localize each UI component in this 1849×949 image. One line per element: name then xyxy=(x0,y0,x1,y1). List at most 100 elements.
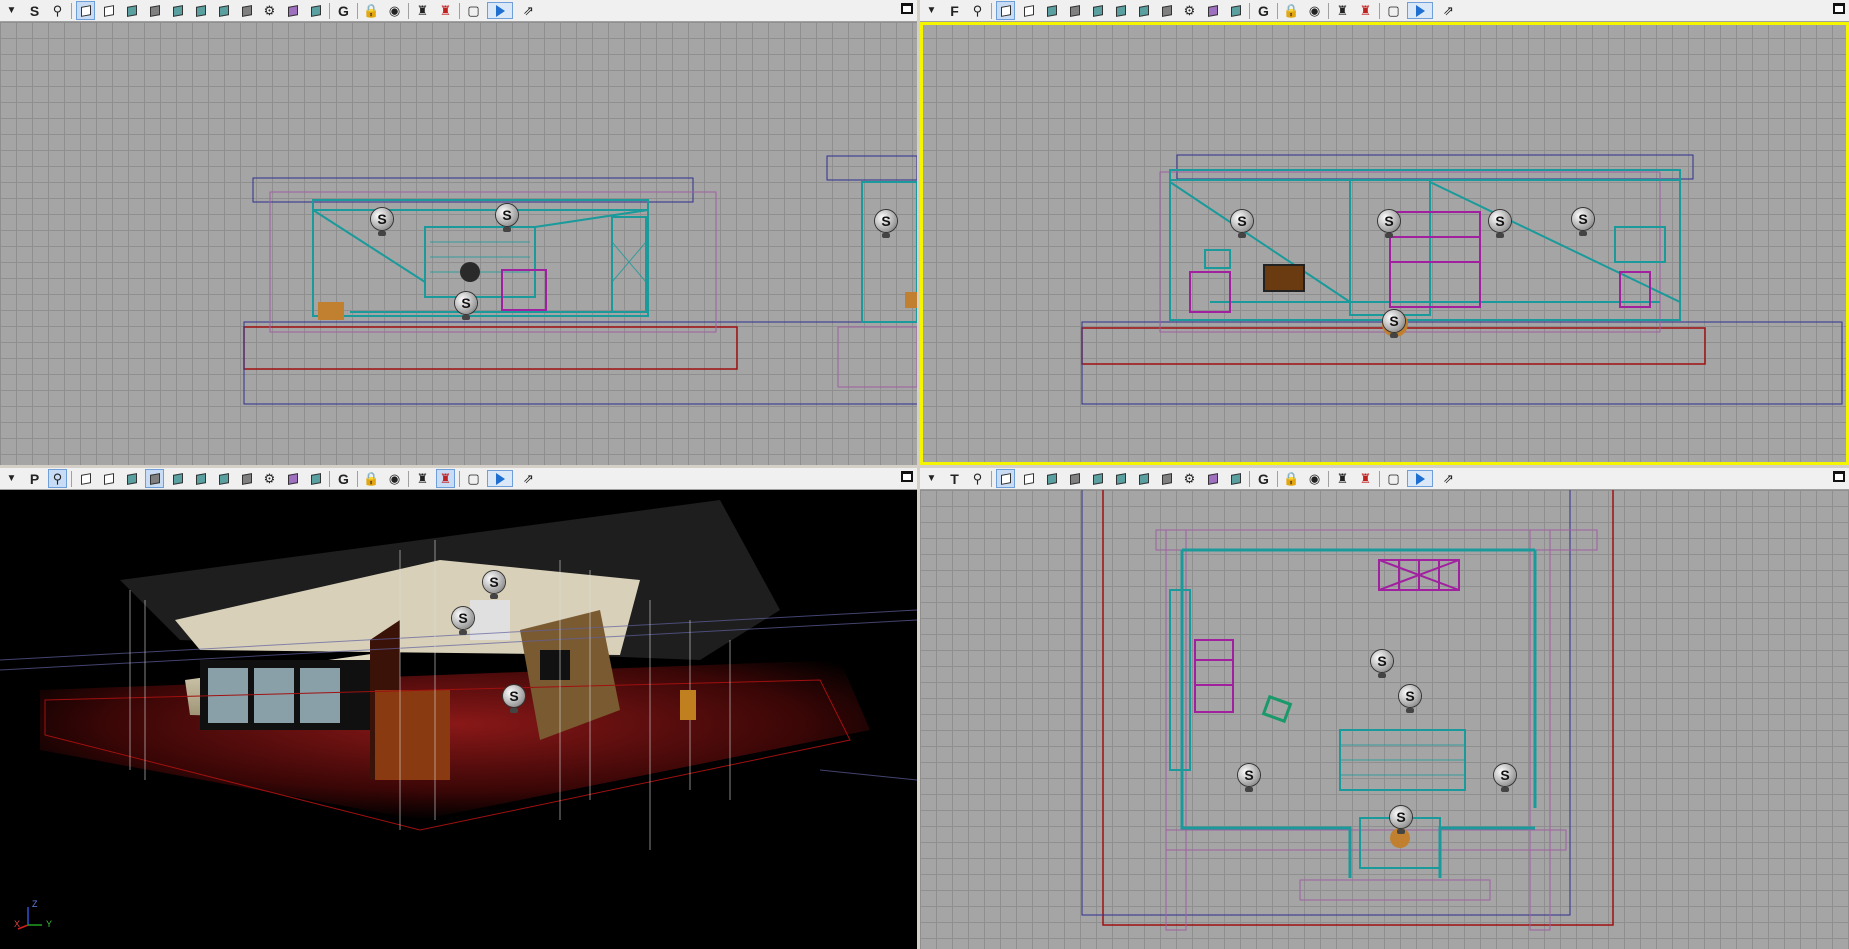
shaded-cube-icon[interactable] xyxy=(1019,469,1038,488)
light-marker-icon[interactable]: S xyxy=(452,607,474,635)
solid-cube-icon[interactable] xyxy=(145,1,164,20)
lock-icon[interactable]: 🔒 xyxy=(362,469,381,488)
solid-cube-icon[interactable] xyxy=(1065,469,1084,488)
grid-g-icon[interactable]: G xyxy=(1254,1,1273,20)
viewport-side[interactable]: ▼ S ⚲ ⚙ G 🔒 ◉ ♜ ♜ ▢ ⇗ S S S S xyxy=(0,0,917,465)
maximize-icon[interactable] xyxy=(901,471,913,482)
lock-icon[interactable]: 🔒 xyxy=(362,1,381,20)
play-icon[interactable] xyxy=(487,470,513,487)
detail-cube-icon[interactable] xyxy=(1226,1,1245,20)
light-marker-icon[interactable]: S xyxy=(1390,806,1412,834)
viewport-front[interactable]: ▼ F ⚲ ⚙ G 🔒 ◉ ♜ ♜ ▢ ⇗ S S S S S xyxy=(920,0,1849,465)
wireframe-cube-icon[interactable] xyxy=(76,469,95,488)
light-marker-icon[interactable]: S xyxy=(1238,764,1260,792)
transparent-cube-icon[interactable] xyxy=(1042,469,1061,488)
detail-cube-icon[interactable] xyxy=(1226,469,1245,488)
light-marker-icon[interactable]: S xyxy=(371,208,393,236)
camera-icon[interactable]: ⚲ xyxy=(48,469,67,488)
gear-cube-icon[interactable]: ⚙ xyxy=(1180,1,1199,20)
lit-cube-icon[interactable] xyxy=(214,1,233,20)
gear-cube-icon[interactable]: ⚙ xyxy=(260,469,279,488)
gear-cube-icon[interactable]: ⚙ xyxy=(260,1,279,20)
purple-cube-icon[interactable] xyxy=(1203,1,1222,20)
view-letter[interactable]: P xyxy=(25,469,44,488)
play-icon[interactable] xyxy=(1407,470,1433,487)
smooth-cube-icon[interactable] xyxy=(1157,469,1176,488)
frame-icon[interactable]: ▢ xyxy=(464,1,483,20)
joystick-icon[interactable]: ♜ xyxy=(1333,469,1352,488)
dropdown-arrow-icon[interactable]: ▼ xyxy=(922,469,941,488)
light-marker-icon[interactable]: S xyxy=(496,204,518,232)
light-marker-icon[interactable]: S xyxy=(875,210,897,238)
light-marker-icon[interactable]: S xyxy=(483,571,505,599)
dropdown-arrow-icon[interactable]: ▼ xyxy=(2,1,21,20)
view-letter[interactable]: T xyxy=(945,469,964,488)
viewport-canvas[interactable]: S S S Z X Y xyxy=(0,490,917,949)
transparent-cube-icon[interactable] xyxy=(122,1,141,20)
detail-cube-icon[interactable] xyxy=(306,1,325,20)
red-joystick-icon[interactable]: ♜ xyxy=(1356,1,1375,20)
link-icon[interactable]: ⇗ xyxy=(1439,1,1458,20)
smooth-cube-icon[interactable] xyxy=(237,1,256,20)
joystick-icon[interactable]: ♜ xyxy=(413,469,432,488)
lit-cube-icon[interactable] xyxy=(1134,469,1153,488)
viewport-canvas[interactable]: S S S S S xyxy=(920,490,1849,949)
view-letter[interactable]: S xyxy=(25,1,44,20)
wireframe-cube-icon[interactable] xyxy=(996,469,1015,488)
flat-cube-icon[interactable] xyxy=(191,469,210,488)
maximize-icon[interactable] xyxy=(1833,3,1845,14)
lock-icon[interactable]: 🔒 xyxy=(1282,469,1301,488)
eye-icon[interactable]: ◉ xyxy=(1305,1,1324,20)
camera-icon[interactable]: ⚲ xyxy=(48,1,67,20)
grid-g-icon[interactable]: G xyxy=(1254,469,1273,488)
viewport-canvas[interactable]: S S S S xyxy=(0,22,917,465)
light-marker-icon[interactable]: S xyxy=(503,685,525,713)
shaded-cube-icon[interactable] xyxy=(1019,1,1038,20)
gear-cube-icon[interactable]: ⚙ xyxy=(1180,469,1199,488)
flat-cube-icon[interactable] xyxy=(191,1,210,20)
joystick-icon[interactable]: ♜ xyxy=(413,1,432,20)
lit-cube-icon[interactable] xyxy=(1134,1,1153,20)
smooth-cube-icon[interactable] xyxy=(237,469,256,488)
textured-cube-icon[interactable] xyxy=(168,1,187,20)
light-marker-icon[interactable]: S xyxy=(1231,210,1253,238)
maximize-icon[interactable] xyxy=(901,3,913,14)
textured-cube-icon[interactable] xyxy=(1088,469,1107,488)
textured-cube-icon[interactable] xyxy=(168,469,187,488)
wireframe-cube-icon[interactable] xyxy=(996,1,1015,20)
red-joystick-icon[interactable]: ♜ xyxy=(436,1,455,20)
frame-icon[interactable]: ▢ xyxy=(1384,1,1403,20)
maximize-icon[interactable] xyxy=(1833,471,1845,482)
link-icon[interactable]: ⇗ xyxy=(1439,469,1458,488)
eye-icon[interactable]: ◉ xyxy=(385,469,404,488)
red-joystick-icon[interactable]: ♜ xyxy=(1356,469,1375,488)
eye-icon[interactable]: ◉ xyxy=(1305,469,1324,488)
viewport-top[interactable]: ▼ T ⚲ ⚙ G 🔒 ◉ ♜ ♜ ▢ ⇗ S S S S S xyxy=(920,468,1849,949)
smooth-cube-icon[interactable] xyxy=(1157,1,1176,20)
lock-icon[interactable]: 🔒 xyxy=(1282,1,1301,20)
red-joystick-icon[interactable]: ♜ xyxy=(436,469,455,488)
solid-cube-icon[interactable] xyxy=(145,469,164,488)
light-marker-icon[interactable]: S xyxy=(1371,650,1393,678)
solid-cube-icon[interactable] xyxy=(1065,1,1084,20)
transparent-cube-icon[interactable] xyxy=(122,469,141,488)
eye-icon[interactable]: ◉ xyxy=(385,1,404,20)
textured-cube-icon[interactable] xyxy=(1088,1,1107,20)
viewport-canvas[interactable]: S S S S S xyxy=(920,22,1849,465)
light-marker-icon[interactable]: S xyxy=(1378,210,1400,238)
frame-icon[interactable]: ▢ xyxy=(1384,469,1403,488)
flat-cube-icon[interactable] xyxy=(1111,469,1130,488)
detail-cube-icon[interactable] xyxy=(306,469,325,488)
play-icon[interactable] xyxy=(1407,2,1433,19)
camera-icon[interactable]: ⚲ xyxy=(968,1,987,20)
shaded-cube-icon[interactable] xyxy=(99,469,118,488)
light-marker-icon[interactable]: S xyxy=(1399,685,1421,713)
shaded-cube-icon[interactable] xyxy=(99,1,118,20)
purple-cube-icon[interactable] xyxy=(1203,469,1222,488)
purple-cube-icon[interactable] xyxy=(283,1,302,20)
light-marker-icon[interactable]: S xyxy=(455,292,477,320)
flat-cube-icon[interactable] xyxy=(1111,1,1130,20)
play-icon[interactable] xyxy=(487,2,513,19)
viewport-perspective[interactable]: ▼ P ⚲ ⚙ G 🔒 ◉ ♜ ♜ ▢ ⇗ S S S Z X Y xyxy=(0,468,917,949)
light-marker-icon[interactable]: S xyxy=(1489,210,1511,238)
